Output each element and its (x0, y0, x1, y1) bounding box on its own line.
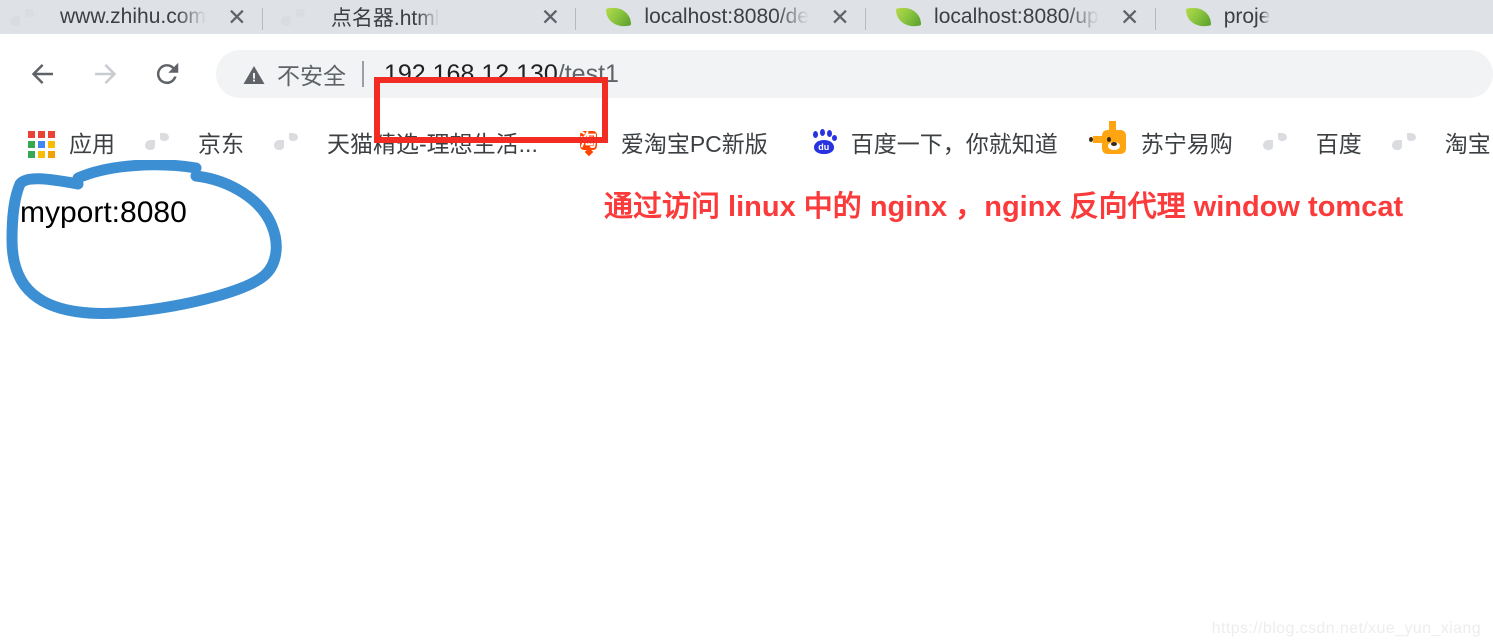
tab-title: localhost:8080/up (934, 5, 1099, 28)
browser-tab[interactable]: proje (1164, 0, 1277, 34)
globe-icon (1275, 128, 1303, 156)
bookmark-label: 爱淘宝PC新版 (620, 131, 768, 157)
tab-separator (261, 8, 263, 30)
reload-button[interactable] (144, 51, 190, 97)
tab-separator (1154, 8, 1156, 30)
red-annotation-rectangle (374, 77, 608, 143)
warning-triangle-icon (242, 63, 265, 85)
browser-tab[interactable]: www.zhihu.com ✕ (0, 0, 254, 34)
bookmark-suning[interactable]: 苏宁易购 (1088, 121, 1241, 162)
globe-icon (157, 128, 185, 156)
bookmark-label: 京东 (198, 131, 244, 157)
security-label: 不安全 (277, 63, 346, 89)
browser-tab[interactable]: 点名器.html ✕ (271, 0, 568, 34)
close-icon[interactable]: ✕ (539, 6, 561, 29)
tab-separator (575, 8, 577, 30)
tab-title: 点名器.html (330, 7, 440, 30)
browser-tab[interactable]: localhost:8080/up ✕ (874, 0, 1147, 34)
bookmark-apps[interactable]: 应用 (20, 122, 123, 162)
tab-title: www.zhihu.com (60, 5, 206, 28)
spring-leaf-icon (896, 4, 922, 30)
watermark: https://blog.csdn.net/xue_yun_xiang (1211, 620, 1481, 637)
close-icon[interactable]: ✕ (1119, 6, 1141, 29)
url-divider (362, 61, 364, 87)
back-button[interactable] (20, 51, 66, 97)
globe-icon (22, 4, 48, 30)
blue-annotation-circle (72, 160, 202, 184)
page-body-text: myport:8080 (20, 196, 187, 229)
tab-separator (865, 8, 867, 30)
spring-leaf-icon (606, 4, 632, 30)
bookmark-taobao[interactable]: 淘宝 (1396, 122, 1493, 162)
browser-tab[interactable]: localhost:8080/de ✕ (584, 0, 857, 34)
browser-toolbar: 不安全 192.168.12.130/test1 (0, 34, 1493, 143)
baidu-paw-icon: du (810, 128, 838, 156)
forward-button[interactable] (82, 51, 128, 97)
globe-icon (293, 4, 319, 30)
browser-window: www.zhihu.com ✕ 点名器.html ✕ localhost:808… (0, 0, 1493, 642)
red-annotation-text: 通过访问 linux 中的 nginx ，nginx 反向代理 window t… (604, 191, 1404, 223)
page-viewport: myport:8080 ) https://blog.csdn.net/xue_… (0, 170, 1493, 642)
globe-icon (286, 128, 314, 156)
close-icon[interactable]: ✕ (226, 6, 248, 29)
tab-strip: www.zhihu.com ✕ 点名器.html ✕ localhost:808… (0, 0, 1493, 34)
bookmark-label: 苏宁易购 (1140, 131, 1233, 157)
tab-title: proje (1223, 5, 1271, 28)
bookmark-label: 百度一下，你就知道 (850, 131, 1058, 157)
suning-lion-icon (1088, 121, 1128, 156)
close-icon[interactable]: ✕ (829, 6, 851, 29)
bookmark-label: 应用 (69, 131, 115, 157)
bookmark-label: 百度 (1315, 131, 1362, 157)
bookmark-baidu-search[interactable]: du 百度一下，你就知道 (802, 122, 1066, 162)
bookmark-label: 淘宝 (1444, 131, 1491, 157)
spring-leaf-icon (1186, 4, 1212, 30)
apps-grid-icon (28, 128, 56, 158)
bookmark-jd[interactable]: 京东 (149, 122, 252, 162)
globe-icon (1404, 128, 1432, 156)
bookmark-baidu[interactable]: 百度 (1267, 122, 1370, 162)
tab-title: localhost:8080/de (644, 5, 810, 28)
